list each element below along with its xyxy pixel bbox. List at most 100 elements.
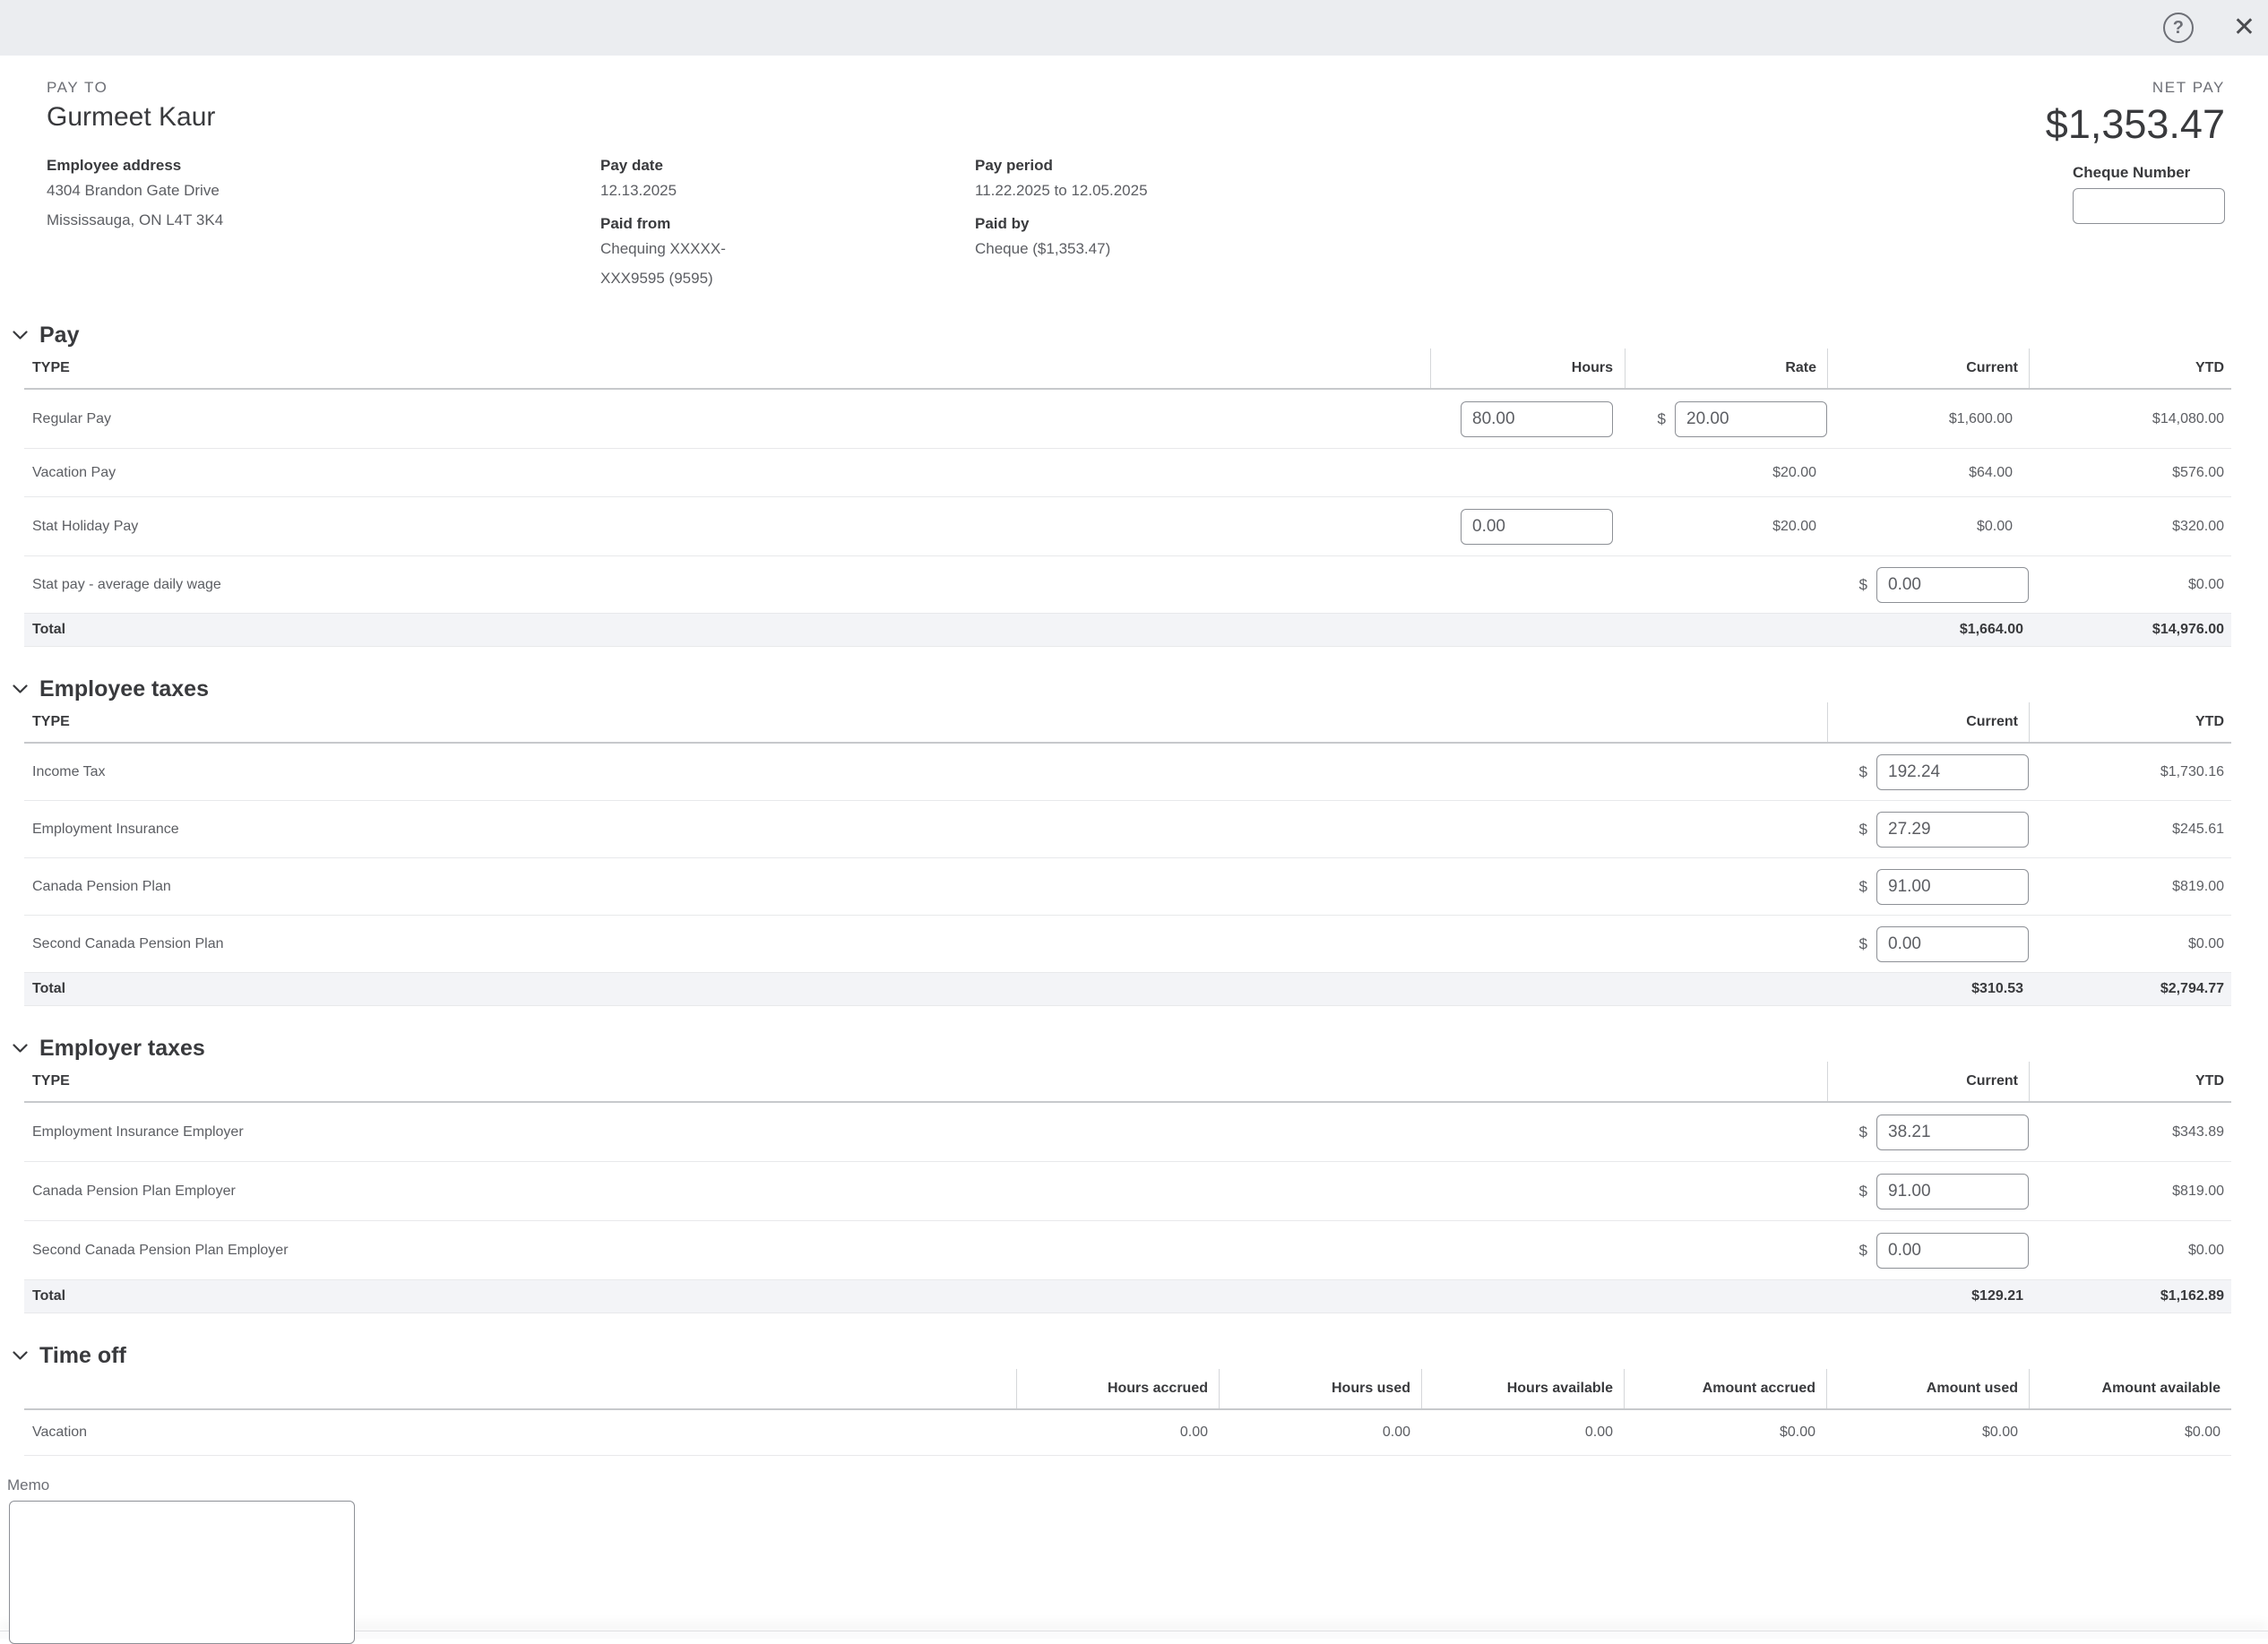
- memo-label: Memo: [7, 1476, 2268, 1495]
- row-label: Second Canada Pension Plan: [24, 936, 224, 952]
- close-icon[interactable]: ✕: [2229, 14, 2259, 41]
- stat-pay-current-input[interactable]: [1876, 567, 2029, 603]
- currency-prefix: $: [1859, 576, 1867, 594]
- amount-accrued-value: $0.00: [1780, 1425, 1815, 1441]
- hours-used-value: 0.00: [1383, 1425, 1410, 1441]
- table-row-canada-pension-plan-employer: Canada Pension Plan Employer $ $819.00: [24, 1162, 2231, 1221]
- memo-textarea[interactable]: [9, 1501, 355, 1644]
- canada-pension-plan-employer-current-input[interactable]: [1876, 1174, 2029, 1209]
- cheque-summary: PAY TO Gurmeet Kaur Employee address 430…: [0, 56, 2268, 293]
- ytd-value: $819.00: [2172, 879, 2224, 895]
- pay-table-header: TYPE Hours Rate Current YTD: [24, 349, 2231, 390]
- column-header-hours-used: Hours used: [1332, 1381, 1410, 1397]
- current-value: $1,600.00: [1949, 411, 2013, 427]
- section-title: Time off: [39, 1342, 126, 1369]
- chevron-down-icon[interactable]: [13, 1044, 28, 1054]
- regular-pay-rate-input[interactable]: [1675, 401, 1827, 437]
- hours-accrued-value: 0.00: [1180, 1425, 1208, 1441]
- cheque-number-label: Cheque Number: [2073, 163, 2225, 183]
- currency-prefix: $: [1859, 935, 1867, 953]
- ytd-value: $14,080.00: [2152, 411, 2224, 427]
- row-label: Second Canada Pension Plan Employer: [24, 1243, 289, 1259]
- ytd-value: $320.00: [2172, 519, 2224, 535]
- rate-value: $20.00: [1772, 519, 1816, 535]
- pay-date-label: Pay date: [600, 156, 975, 176]
- total-label: Total: [24, 1288, 65, 1304]
- total-ytd-value: $1,162.89: [2160, 1288, 2224, 1304]
- payee-name: Gurmeet Kaur: [47, 100, 2268, 134]
- employment-insurance-current-input[interactable]: [1876, 812, 2029, 848]
- second-canada-pension-plan-employer-current-input[interactable]: [1876, 1233, 2029, 1269]
- currency-prefix: $: [1859, 821, 1867, 839]
- income-tax-current-input[interactable]: [1876, 754, 2029, 790]
- table-row-regular-pay: Regular Pay $ $1,600.00 $14,080.00: [24, 390, 2231, 449]
- table-row-second-canada-pension-plan-employer: Second Canada Pension Plan Employer $ $0…: [24, 1221, 2231, 1280]
- regular-pay-hours-input[interactable]: [1461, 401, 1613, 437]
- table-row-employment-insurance: Employment Insurance $ $245.61: [24, 801, 2231, 858]
- chevron-down-icon[interactable]: [13, 331, 28, 340]
- section-employee-taxes-header: Employee taxes: [13, 676, 2268, 702]
- employment-insurance-employer-current-input[interactable]: [1876, 1115, 2029, 1150]
- row-label: Stat Holiday Pay: [24, 519, 138, 535]
- paid-by-label: Paid by: [975, 214, 1513, 234]
- column-header-current: Current: [1966, 1073, 2018, 1089]
- pay-date-block: Pay date 12.13.2025 Paid from Chequing X…: [600, 156, 975, 293]
- row-label: Canada Pension Plan Employer: [24, 1184, 236, 1200]
- chevron-down-icon[interactable]: [13, 684, 28, 694]
- row-label: Income Tax: [24, 764, 106, 780]
- cheque-info-row: Employee address 4304 Brandon Gate Drive…: [47, 156, 2268, 293]
- hours-available-value: 0.00: [1585, 1425, 1613, 1441]
- table-row-employment-insurance-employer: Employment Insurance Employer $ $343.89: [24, 1103, 2231, 1162]
- stat-holiday-hours-input[interactable]: [1461, 509, 1613, 545]
- column-header-hours: Hours: [1572, 360, 1613, 376]
- employer-taxes-table: TYPE Current YTD Employment Insurance Em…: [24, 1062, 2231, 1313]
- chevron-down-icon[interactable]: [13, 1351, 28, 1361]
- column-header-current: Current: [1966, 714, 2018, 730]
- currency-prefix: $: [1859, 763, 1867, 781]
- help-icon[interactable]: ?: [2163, 13, 2194, 43]
- ytd-value: $0.00: [2188, 577, 2224, 593]
- column-header-amount-used: Amount used: [1927, 1381, 2018, 1397]
- ytd-value: $0.00: [2188, 1243, 2224, 1259]
- amount-used-value: $0.00: [1982, 1425, 2018, 1441]
- currency-prefix: $: [1859, 1123, 1867, 1141]
- ytd-value: $245.61: [2172, 822, 2224, 838]
- table-row-income-tax: Income Tax $ $1,730.16: [24, 744, 2231, 801]
- column-header-hours-available: Hours available: [1507, 1381, 1613, 1397]
- section-employer-taxes: Employer taxes TYPE Current YTD Employme…: [0, 1035, 2268, 1313]
- paid-from-label: Paid from: [600, 214, 975, 234]
- cheque-number-block: Cheque Number: [2073, 163, 2225, 224]
- pay-period-label: Pay period: [975, 156, 1513, 176]
- employee-address-line1: 4304 Brandon Gate Drive: [47, 176, 600, 205]
- total-ytd-value: $14,976.00: [2152, 622, 2224, 638]
- column-header-amount-accrued: Amount accrued: [1703, 1381, 1815, 1397]
- table-row-vacation: Vacation 0.00 0.00 0.00 $0.00 $0.00 $0.0…: [24, 1410, 2231, 1456]
- employer-taxes-table-header: TYPE Current YTD: [24, 1062, 2231, 1103]
- pay-period-block: Pay period 11.22.2025 to 12.05.2025 Paid…: [975, 156, 1513, 293]
- table-row-stat-pay-average-daily-wage: Stat pay - average daily wage $ $0.00: [24, 556, 2231, 614]
- table-row-vacation-pay: Vacation Pay $20.00 $64.00 $576.00: [24, 449, 2231, 497]
- section-title: Employer taxes: [39, 1035, 205, 1062]
- time-off-table-header: Hours accrued Hours used Hours available…: [24, 1369, 2231, 1410]
- canada-pension-plan-current-input[interactable]: [1876, 869, 2029, 905]
- ytd-value: $819.00: [2172, 1184, 2224, 1200]
- pay-to-label: PAY TO: [47, 79, 2268, 97]
- pay-total-row: Total $1,664.00 $14,976.00: [24, 614, 2231, 647]
- top-bar: ? ✕: [0, 0, 2268, 56]
- row-label: Regular Pay: [24, 411, 111, 427]
- total-label: Total: [24, 981, 65, 997]
- section-title: Employee taxes: [39, 676, 209, 702]
- cheque-number-input[interactable]: [2073, 188, 2225, 224]
- section-employee-taxes: Employee taxes TYPE Current YTD Income T…: [0, 676, 2268, 1006]
- currency-prefix: $: [1859, 1183, 1867, 1201]
- column-header-ytd: YTD: [2195, 1073, 2224, 1089]
- table-row-second-canada-pension-plan: Second Canada Pension Plan $ $0.00: [24, 916, 2231, 973]
- net-pay-block: NET PAY $1,353.47 Cheque Number: [2046, 79, 2225, 224]
- second-canada-pension-plan-current-input[interactable]: [1876, 926, 2029, 962]
- current-value: $0.00: [1977, 519, 2013, 535]
- rate-value: $20.00: [1772, 465, 1816, 481]
- total-label: Total: [24, 622, 65, 638]
- total-ytd-value: $2,794.77: [2160, 981, 2224, 997]
- column-header-current: Current: [1966, 360, 2018, 376]
- ytd-value: $576.00: [2172, 465, 2224, 481]
